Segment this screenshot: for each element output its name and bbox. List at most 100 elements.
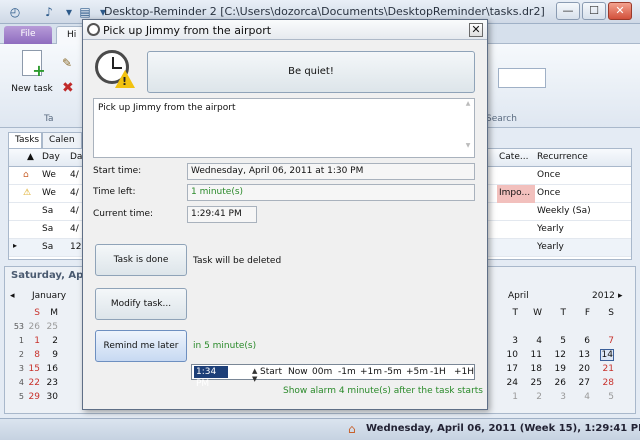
task-done-button[interactable]: Task is done: [95, 244, 187, 276]
clock-icon: [87, 23, 100, 36]
plus-1m-button[interactable]: +1m: [360, 367, 382, 377]
col-date[interactable]: Da: [70, 152, 82, 162]
minus-1m-button[interactable]: -1m: [338, 367, 356, 377]
modify-task-button[interactable]: Modify task...: [95, 288, 187, 320]
home-icon: ⌂: [348, 422, 356, 436]
start-time-label: Start time:: [93, 166, 142, 176]
day-cell[interactable]: 11: [528, 350, 542, 360]
now-button[interactable]: Now: [288, 367, 308, 377]
notes-scrollbar[interactable]: ▲ ▼: [464, 101, 472, 155]
dialog-title: Pick up Jimmy from the airport: [103, 24, 272, 37]
day-cell[interactable]: 25: [528, 378, 542, 388]
status-text: Wednesday, April 06, 2011 (Week 15), 1:2…: [366, 423, 640, 434]
weekday: S: [608, 308, 614, 318]
day-cell[interactable]: 22: [26, 378, 40, 388]
tab-calendar[interactable]: Calen: [42, 132, 82, 148]
day-cell[interactable]: 23: [44, 378, 58, 388]
minus-5m-button[interactable]: -5m: [384, 367, 402, 377]
tab-file[interactable]: File: [4, 26, 52, 44]
week-number: 5: [18, 392, 24, 401]
day-cell[interactable]: 20: [576, 364, 590, 374]
row-recurrence: Weekly (Sa): [537, 206, 591, 216]
window-title: Desktop-Reminder 2 [C:\Users\dozorca\Doc…: [104, 5, 545, 18]
day-cell[interactable]: 12: [552, 350, 566, 360]
sort-icon[interactable]: ▲: [27, 152, 34, 162]
delete-icon[interactable]: ✖: [62, 80, 74, 96]
day-cell[interactable]: 29: [26, 392, 40, 402]
row-day: Sa: [42, 242, 54, 252]
time-left-value: 1 minute(s): [187, 184, 475, 201]
plus-5m-button[interactable]: +5m: [406, 367, 428, 377]
task-notes[interactable]: Pick up Jimmy from the airport ▲ ▼: [93, 98, 475, 158]
row-recurrence: Once: [537, 188, 561, 198]
day-cell[interactable]: 21: [600, 364, 614, 374]
day-cell[interactable]: 10: [504, 350, 518, 360]
day-cell[interactable]: 17: [504, 364, 518, 374]
day-cell[interactable]: 27: [576, 378, 590, 388]
plus-1h-button[interactable]: +1H: [454, 367, 474, 377]
day-cell[interactable]: 28: [600, 378, 614, 388]
dialog-close-button[interactable]: ✕: [469, 23, 483, 37]
day-cell[interactable]: 3: [504, 336, 518, 346]
row-date: 12: [70, 242, 82, 252]
search-input[interactable]: [498, 68, 546, 88]
new-task-button[interactable]: + New task: [8, 50, 56, 94]
day-cell[interactable]: 25: [44, 322, 58, 332]
edit-icon[interactable]: ✎: [62, 56, 72, 70]
col-category[interactable]: Cate...: [499, 152, 528, 162]
day-cell[interactable]: 16: [44, 364, 58, 374]
maximize-button[interactable]: ☐: [582, 2, 606, 20]
day-cell[interactable]: 2: [44, 336, 58, 346]
row-date: 4/: [70, 188, 79, 198]
row-day: We: [42, 170, 56, 180]
day-cell[interactable]: 30: [44, 392, 58, 402]
day-cell[interactable]: 26: [552, 378, 566, 388]
col-recurrence[interactable]: Recurrence: [537, 152, 588, 162]
remind-later-button[interactable]: Remind me later: [95, 330, 187, 362]
minus-1h-button[interactable]: -1H: [430, 367, 446, 377]
day-cell-selected[interactable]: 14: [600, 349, 614, 361]
month-label: January: [32, 291, 67, 301]
day-cell[interactable]: 4: [528, 336, 542, 346]
day-cell[interactable]: 9: [44, 350, 58, 360]
zero-minutes-button[interactable]: 00m: [312, 367, 332, 377]
weekday: M: [50, 308, 58, 318]
row-day: Sa: [42, 224, 54, 234]
row-pointer-icon: ▸: [13, 241, 18, 250]
day-cell[interactable]: 4: [576, 392, 590, 402]
day-cell[interactable]: 2: [528, 392, 542, 402]
day-cell[interactable]: 7: [600, 336, 614, 346]
day-cell[interactable]: 13: [576, 350, 590, 360]
row-recurrence: Yearly: [537, 224, 564, 234]
row-recurrence: Yearly: [537, 242, 564, 252]
tab-tasks[interactable]: Tasks: [8, 132, 42, 148]
next-month-icon[interactable]: ▸: [618, 291, 623, 301]
minimize-button[interactable]: —: [556, 2, 580, 20]
close-button[interactable]: ✕: [608, 2, 632, 20]
day-cell[interactable]: 1: [26, 336, 40, 346]
col-day[interactable]: Day: [42, 152, 60, 162]
music-icon[interactable]: ♪: [40, 3, 58, 21]
day-cell[interactable]: 8: [26, 350, 40, 360]
day-cell[interactable]: 1: [504, 392, 518, 402]
time-spinner-icon[interactable]: ▲ ▼: [252, 367, 257, 383]
day-cell[interactable]: 3: [552, 392, 566, 402]
be-quiet-button[interactable]: Be quiet!: [147, 51, 475, 93]
day-cell[interactable]: 18: [528, 364, 542, 374]
day-cell[interactable]: 24: [504, 378, 518, 388]
remind-time-input[interactable]: 1:34 PM: [194, 366, 228, 389]
day-cell[interactable]: 5: [552, 336, 566, 346]
day-cell[interactable]: 26: [26, 322, 40, 332]
day-cell[interactable]: 15: [26, 364, 40, 374]
task-done-note: Task will be deleted: [193, 256, 282, 266]
start-button[interactable]: Start: [260, 367, 282, 377]
app-clock-icon[interactable]: ◴: [6, 3, 24, 21]
day-cell[interactable]: 5: [600, 392, 614, 402]
week-number: 1: [18, 336, 24, 345]
day-cell[interactable]: 6: [576, 336, 590, 346]
week-number: 3: [18, 364, 24, 373]
prev-month-icon[interactable]: ◂: [10, 291, 15, 301]
day-cell[interactable]: 19: [552, 364, 566, 374]
row-date: 4/: [70, 206, 79, 216]
row-recurrence: Once: [537, 170, 561, 180]
